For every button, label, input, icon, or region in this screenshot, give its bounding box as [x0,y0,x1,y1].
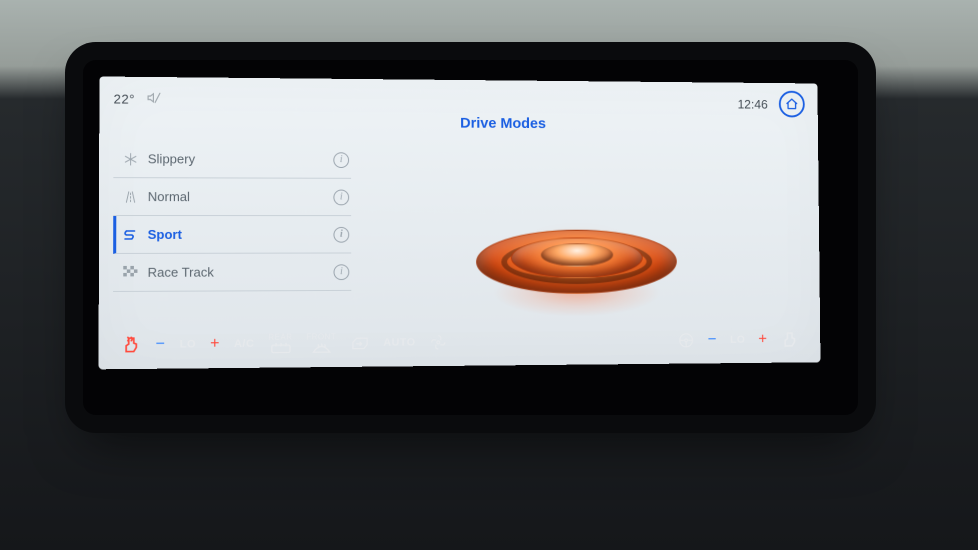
status-bar: 22° 12:46 [114,85,805,118]
mode-race-track[interactable]: Race Track i [113,253,351,292]
left-temp-up-button[interactable]: + [204,326,226,362]
ac-button[interactable]: A/C [228,326,260,362]
road-icon [119,190,141,204]
recirculate-button[interactable] [344,325,376,361]
clock: 12:46 [737,97,767,112]
right-temp-value[interactable]: LO [724,323,751,358]
right-temp-down-button[interactable]: − [702,323,723,358]
outside-temperature: 22° [114,91,135,106]
mode-label: Race Track [148,264,334,279]
info-icon[interactable]: i [333,226,349,242]
left-seat-heat-button[interactable] [115,327,148,363]
mode-label: Sport [148,227,334,242]
fan-button[interactable] [423,325,452,361]
front-defrost-label: FRONT [306,333,336,341]
checkered-flag-icon [119,265,141,279]
drive-mode-visual [437,172,715,333]
right-seat-heat-button[interactable] [775,322,805,357]
mode-label: Slippery [148,151,334,167]
page-title: Drive Modes [460,115,546,132]
home-button[interactable] [779,91,805,118]
left-temp-down-button[interactable]: − [149,327,171,363]
climate-bar: − LO + A/C REAR FRONT AUTO − [115,322,805,363]
info-icon[interactable]: i [333,264,349,280]
front-defrost-button[interactable]: FRONT [300,325,342,361]
mode-sport[interactable]: Sport i [113,216,351,254]
auto-button[interactable]: AUTO [377,325,421,361]
mute-icon[interactable] [147,90,161,107]
s-badge-icon [119,227,141,241]
rear-defrost-button[interactable]: REAR [262,326,298,362]
info-icon[interactable]: i [333,152,349,168]
turbine [476,194,677,311]
screen-inner: 22° 12:46 Drive Modes [99,76,842,369]
infotainment-screen: 22° 12:46 Drive Modes [83,60,858,415]
left-temp-value[interactable]: LO [174,326,203,362]
heated-steering-button[interactable] [672,323,701,358]
right-temp-up-button[interactable]: + [753,322,774,357]
mode-label: Normal [148,189,334,204]
mode-slippery[interactable]: Slippery i [113,140,351,179]
info-icon[interactable]: i [333,189,349,205]
rear-defrost-label: REAR [268,334,292,342]
drive-mode-list: Slippery i Normal i Sport i [113,140,351,292]
mode-normal[interactable]: Normal i [113,178,351,216]
snowflake-icon [119,152,141,166]
